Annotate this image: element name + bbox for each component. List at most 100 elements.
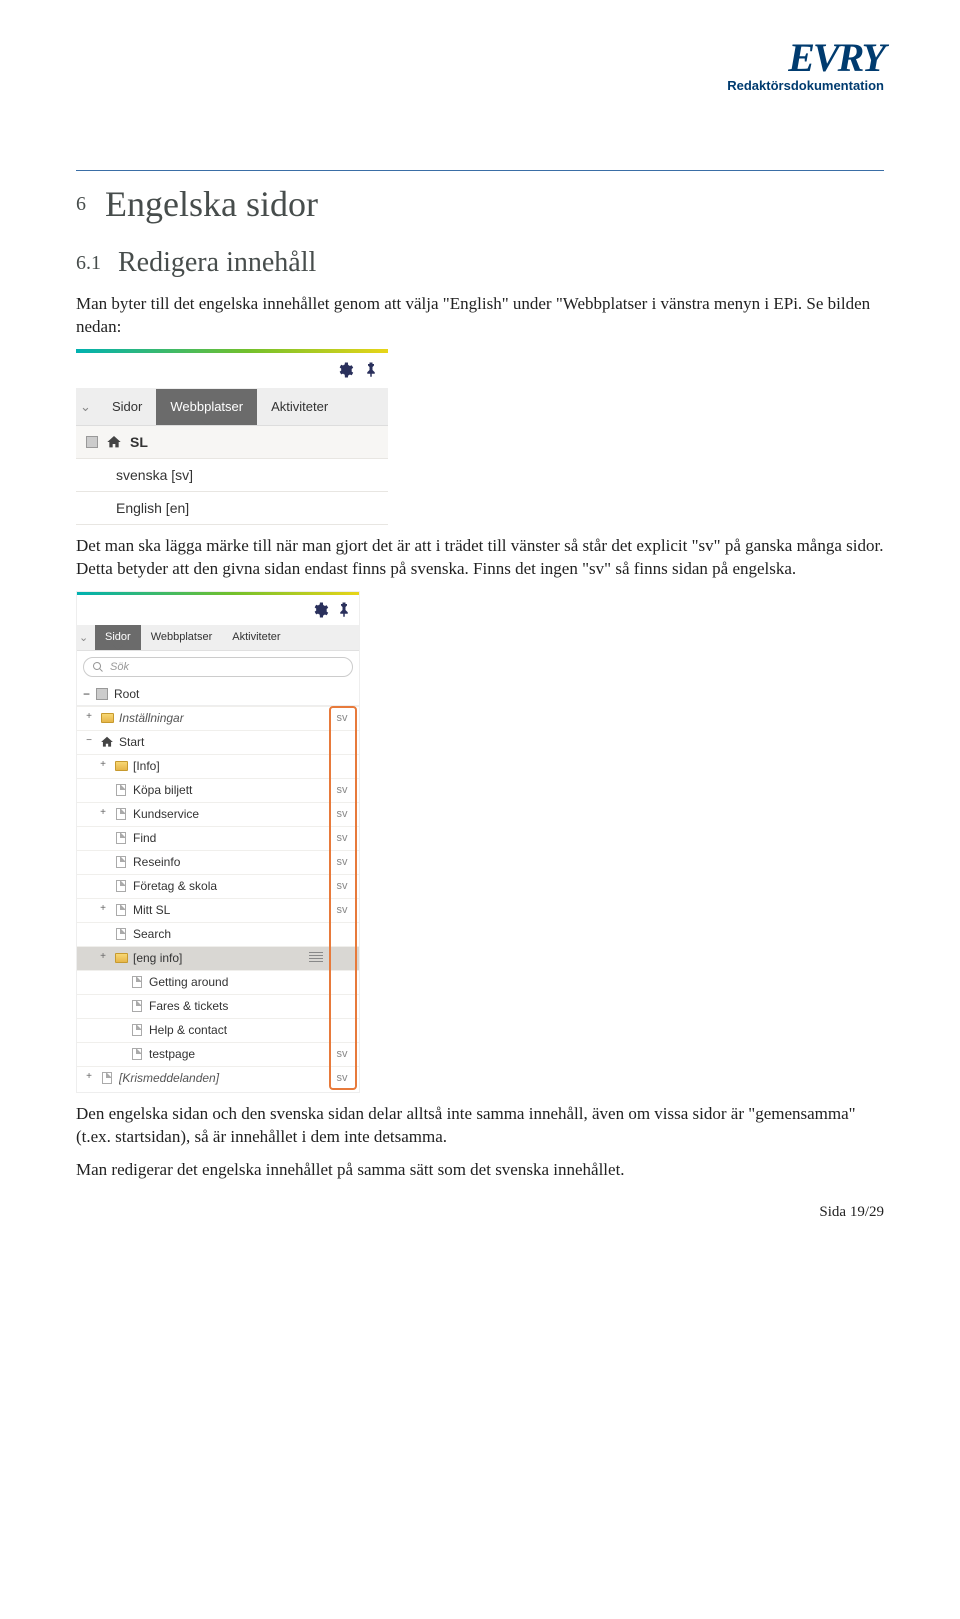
- page-icon: [113, 879, 129, 893]
- tree-label: testpage: [149, 1047, 331, 1061]
- tree-row[interactable]: Getting around: [77, 970, 359, 994]
- expand-icon: [113, 1024, 125, 1036]
- gear-icon[interactable]: [336, 361, 354, 379]
- pin-icon[interactable]: [362, 361, 380, 379]
- tree-row[interactable]: + [Info]: [77, 754, 359, 778]
- lang-row-sv[interactable]: svenska [sv]: [76, 459, 388, 492]
- section-heading: 6 Engelska sidor: [76, 183, 884, 225]
- tree-label: Företag & skola: [133, 879, 331, 893]
- tab-webbplatser[interactable]: Webbplatser: [141, 625, 223, 650]
- tree-row[interactable]: Fares & tickets: [77, 994, 359, 1018]
- expand-icon[interactable]: +: [83, 712, 95, 724]
- page-icon: [113, 783, 129, 797]
- folder-icon: [113, 951, 129, 965]
- tree-row[interactable]: − Start: [77, 730, 359, 754]
- site-row-sl[interactable]: SL: [76, 426, 388, 459]
- root-row[interactable]: − Root: [77, 683, 359, 706]
- tree-row[interactable]: Köpa biljettsv: [77, 778, 359, 802]
- logo-block: EVRY Redaktörsdokumentation: [727, 40, 884, 93]
- lang-badge: sv: [331, 856, 353, 868]
- tree-row[interactable]: Företag & skolasv: [77, 874, 359, 898]
- search-icon: [92, 661, 104, 673]
- expand-icon: [97, 784, 109, 796]
- tree-row[interactable]: +[Krismeddelanden]sv: [77, 1066, 359, 1090]
- menu-icon[interactable]: [309, 952, 323, 964]
- folder-icon: [99, 711, 115, 725]
- paragraph-3: Den engelska sidan och den svenska sidan…: [76, 1103, 884, 1149]
- tab-sidor[interactable]: Sidor: [95, 625, 141, 650]
- expand-icon[interactable]: +: [97, 808, 109, 820]
- tab-sidor[interactable]: Sidor: [98, 389, 156, 425]
- tree-row[interactable]: Findsv: [77, 826, 359, 850]
- tab-aktiviteter[interactable]: Aktiviteter: [222, 625, 290, 650]
- header-subtitle: Redaktörsdokumentation: [727, 78, 884, 93]
- lang-badge: sv: [331, 712, 353, 724]
- subsection-title: Redigera innehåll: [118, 247, 316, 278]
- panel-tabs: ⌄ Sidor Webbplatser Aktiviteter: [76, 389, 388, 426]
- expand-icon[interactable]: −: [83, 736, 95, 748]
- tree-label: Kundservice: [133, 807, 331, 821]
- epi-panel: ⌄ Sidor Webbplatser Aktiviteter Sök − Ro…: [76, 591, 360, 1093]
- section-title: Engelska sidor: [105, 184, 318, 224]
- tree-row[interactable]: Search: [77, 922, 359, 946]
- expand-icon[interactable]: +: [97, 952, 109, 964]
- page-icon: [113, 903, 129, 917]
- expand-icon[interactable]: +: [97, 904, 109, 916]
- lang-badge: sv: [331, 808, 353, 820]
- lang-badge: sv: [331, 1072, 353, 1084]
- tab-collapse[interactable]: ⌄: [76, 389, 98, 425]
- tree-row[interactable]: Help & contact: [77, 1018, 359, 1042]
- expand-icon: [97, 880, 109, 892]
- root-label: Root: [114, 687, 139, 701]
- page-icon: [129, 975, 145, 989]
- expand-icon[interactable]: +: [83, 1072, 95, 1084]
- tree-row[interactable]: +[eng info]: [77, 946, 359, 970]
- tree-row[interactable]: testpagesv: [77, 1042, 359, 1066]
- header-rule: [76, 170, 884, 171]
- page-icon: [129, 1047, 145, 1061]
- lang-badge: sv: [331, 904, 353, 916]
- panel-tabs: ⌄ Sidor Webbplatser Aktiviteter: [77, 625, 359, 651]
- lang-badge: sv: [331, 784, 353, 796]
- tree-row[interactable]: + Kundservicesv: [77, 802, 359, 826]
- page-icon: [129, 1023, 145, 1037]
- panel-toolbar: [76, 353, 388, 389]
- page-icon: [113, 831, 129, 845]
- expand-icon: [113, 1048, 125, 1060]
- lang-badge: sv: [331, 880, 353, 892]
- expand-icon: [113, 1000, 125, 1012]
- tree-row[interactable]: +Inställningarsv: [77, 706, 359, 730]
- subsection-heading: 6.1 Redigera innehåll: [76, 247, 884, 279]
- pin-icon[interactable]: [335, 601, 353, 619]
- lang-row-en[interactable]: English [en]: [76, 492, 388, 525]
- tree-row[interactable]: Reseinfosv: [77, 850, 359, 874]
- screenshot-1: ⌄ Sidor Webbplatser Aktiviteter SL svens…: [76, 349, 884, 525]
- site-label: SL: [130, 434, 148, 450]
- page-icon: [113, 855, 129, 869]
- home-icon: [106, 434, 122, 450]
- square-icon: [96, 688, 108, 700]
- expand-icon: [97, 832, 109, 844]
- chevron-down-icon: ⌄: [80, 399, 91, 414]
- tab-collapse[interactable]: ⌄: [77, 625, 95, 650]
- page-icon: [113, 927, 129, 941]
- tree-label: Köpa biljett: [133, 783, 331, 797]
- lang-badge: sv: [331, 1048, 353, 1060]
- tree-label: Help & contact: [149, 1023, 331, 1037]
- expand-icon: [97, 856, 109, 868]
- page-icon: [99, 1071, 115, 1085]
- tree-row[interactable]: + Mitt SLsv: [77, 898, 359, 922]
- document-page: EVRY Redaktörsdokumentation 6 Engelska s…: [0, 0, 960, 1251]
- search-input[interactable]: Sök: [83, 657, 353, 677]
- tab-aktiviteter[interactable]: Aktiviteter: [257, 389, 342, 425]
- tree-label: Reseinfo: [133, 855, 331, 869]
- home-icon: [99, 735, 115, 749]
- tree-label: [Info]: [133, 759, 331, 773]
- tree-label: Start: [119, 735, 331, 749]
- gear-icon[interactable]: [311, 601, 329, 619]
- paragraph-4: Man redigerar det engelska innehållet på…: [76, 1159, 884, 1182]
- tree-label: Mitt SL: [133, 903, 331, 917]
- expand-icon[interactable]: +: [97, 760, 109, 772]
- folder-icon: [113, 759, 129, 773]
- tab-webbplatser[interactable]: Webbplatser: [156, 389, 257, 425]
